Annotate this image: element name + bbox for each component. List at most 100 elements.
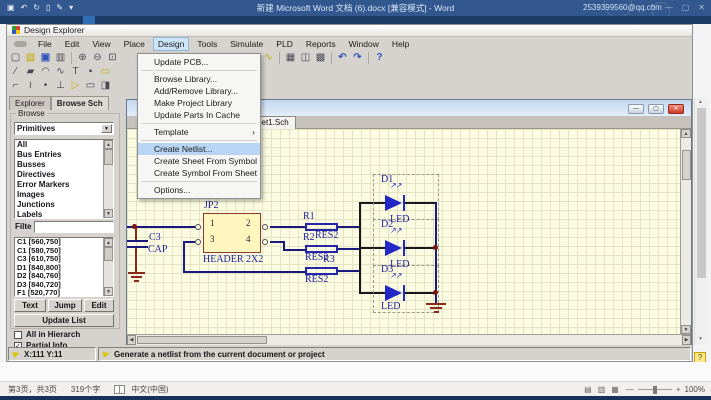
wire[interactable] — [338, 226, 359, 228]
menu-item-create-symbol-from-sheet[interactable]: Create Symbol From Sheet — [138, 167, 260, 179]
zoom-slider-thumb[interactable] — [653, 386, 657, 394]
word-vscrollbar[interactable]: ▲ ▼ — [694, 98, 708, 345]
customize-quick-access-icon[interactable]: ▾ — [69, 2, 73, 14]
list-scrollbar[interactable]: ▲ ▼ — [103, 140, 113, 218]
menu-item-template[interactable]: Template› — [138, 126, 260, 138]
menu-item-create-sheet-from-symbol[interactable]: Create Sheet From Symbol — [138, 155, 260, 167]
scroll-thumb[interactable] — [137, 336, 267, 344]
scroll-up-icon[interactable]: ▲ — [104, 140, 113, 149]
part-icon[interactable]: ▷ — [68, 79, 83, 92]
list-item[interactable]: Busses — [15, 160, 113, 170]
scroll-down-icon[interactable]: ▼ — [104, 209, 113, 218]
edit-button[interactable]: Edit — [84, 299, 114, 312]
redo-icon[interactable]: ↷ — [350, 51, 365, 64]
wire[interactable] — [338, 248, 359, 250]
browse-library-icon[interactable]: ▦ — [283, 51, 298, 64]
list-item[interactable]: Error Markers — [15, 180, 113, 190]
ribbon-options-icon[interactable]: ⌃ — [649, 1, 656, 15]
doc-close-button[interactable]: ✕ — [668, 104, 684, 114]
curve-icon[interactable]: ∿ — [53, 65, 68, 78]
menu-item-create-netlist[interactable]: Create Netlist... — [138, 143, 260, 155]
wire-icon[interactable]: ⌐ — [8, 79, 23, 92]
zoom-out-button[interactable]: — — [626, 385, 634, 394]
zoom-in-icon[interactable]: ⊕ — [75, 51, 90, 64]
web-layout-icon[interactable]: ▦ — [611, 385, 619, 394]
read-mode-icon[interactable]: ▤ — [584, 385, 592, 394]
d3-led[interactable] — [385, 285, 402, 301]
menu-view[interactable]: View — [87, 37, 115, 51]
menu-item-update-parts-in-cache[interactable]: Update Parts In Cache — [138, 109, 260, 121]
draw-icon[interactable]: ✎ — [56, 2, 63, 14]
power-port-icon[interactable]: ⊥ — [53, 79, 68, 92]
wire[interactable] — [338, 270, 359, 272]
wire[interactable] — [270, 226, 305, 228]
menu-edit[interactable]: Edit — [60, 37, 85, 51]
wire[interactable] — [405, 247, 435, 249]
netlist-icon[interactable]: ∿ — [261, 51, 276, 64]
list-item[interactable]: D3 [840,720] — [15, 281, 113, 290]
doc-minimize-button[interactable]: — — [628, 104, 644, 114]
scroll-thumb[interactable] — [104, 247, 113, 261]
parts-icon[interactable]: ◫ — [298, 51, 313, 64]
wire[interactable] — [435, 202, 437, 303]
round-rect-icon[interactable]: ▭ — [98, 65, 113, 78]
text-button[interactable]: Text — [14, 299, 46, 312]
menu-tools[interactable]: Tools — [192, 37, 222, 51]
sheet-symbol-icon[interactable]: ▭ — [83, 79, 98, 92]
print-layout-icon[interactable]: ▥ — [598, 385, 606, 394]
scroll-down-icon[interactable]: ▼ — [104, 287, 113, 296]
arc-icon[interactable]: ◠ — [38, 65, 53, 78]
canvas-hscrollbar[interactable]: ◀ ▶ — [127, 334, 691, 345]
menu-file[interactable]: File — [33, 37, 57, 51]
menu-window[interactable]: Window — [344, 37, 384, 51]
open-icon[interactable]: ▨ — [23, 51, 38, 64]
all-in-hierarchy-checkbox[interactable]: All in Hierarch — [14, 330, 80, 340]
capacitor-plate[interactable] — [127, 246, 148, 248]
port-icon[interactable]: ◨ — [98, 79, 113, 92]
text-icon[interactable]: T — [68, 65, 83, 78]
list-item[interactable]: All — [15, 140, 113, 150]
redo-icon[interactable]: ↻ — [33, 2, 40, 14]
document-icon[interactable]: ▯ — [46, 2, 50, 14]
list-item[interactable]: D1 [840,800] — [15, 264, 113, 273]
scroll-up-icon[interactable]: ▲ — [104, 238, 113, 247]
wire[interactable] — [135, 228, 137, 240]
scroll-up-icon[interactable]: ▲ — [698, 99, 703, 105]
save-icon[interactable]: ▣ — [7, 2, 15, 14]
menu-simulate[interactable]: Simulate — [225, 37, 268, 51]
update-list-button[interactable]: Update List — [14, 314, 114, 327]
list-item[interactable]: Bus Entries — [15, 150, 113, 160]
menu-item-update-pcb[interactable]: Update PCB... — [138, 56, 260, 68]
list-item[interactable]: F1 [520,770] — [15, 289, 113, 298]
menu-reports[interactable]: Reports — [301, 37, 341, 51]
tab-explorer[interactable]: Explorer — [9, 96, 51, 110]
wire[interactable] — [283, 249, 305, 251]
list-item[interactable]: Junctions — [15, 200, 113, 210]
filter-input[interactable] — [34, 221, 114, 233]
zoom-slider[interactable] — [638, 389, 672, 390]
polygon-icon[interactable]: ▰ — [23, 65, 38, 78]
tab-browse-sch[interactable]: Browse Sch — [51, 96, 109, 110]
jump-button[interactable]: Jump — [48, 299, 82, 312]
line-icon[interactable]: ∕ — [8, 65, 23, 78]
list-item[interactable]: C1 [560,750] — [15, 238, 113, 247]
wire[interactable] — [127, 226, 195, 228]
d2-led[interactable] — [385, 240, 402, 256]
scroll-up-icon[interactable]: ▲ — [681, 129, 691, 138]
chevron-down-icon[interactable]: ▼ — [101, 124, 112, 133]
scroll-down-icon[interactable]: ▼ — [681, 325, 691, 334]
menu-item-options[interactable]: Options... — [138, 184, 260, 196]
wire[interactable] — [135, 248, 137, 272]
scroll-left-icon[interactable]: ◀ — [127, 335, 136, 345]
menu-place[interactable]: Place — [119, 37, 150, 51]
d1-led[interactable] — [385, 195, 402, 211]
new-document-icon[interactable]: ▢ — [8, 51, 23, 64]
menu-item-make-project-library[interactable]: Make Project Library — [138, 97, 260, 109]
checkbox-icon[interactable] — [14, 331, 22, 339]
capacitor-plate[interactable] — [127, 240, 148, 242]
list-item[interactable]: C1 [580,750] — [15, 247, 113, 256]
close-icon[interactable]: ✕ — [698, 1, 705, 15]
bus-icon[interactable]: ≀ — [23, 79, 38, 92]
scroll-thumb[interactable] — [697, 108, 706, 278]
list-item[interactable]: Images — [15, 190, 113, 200]
